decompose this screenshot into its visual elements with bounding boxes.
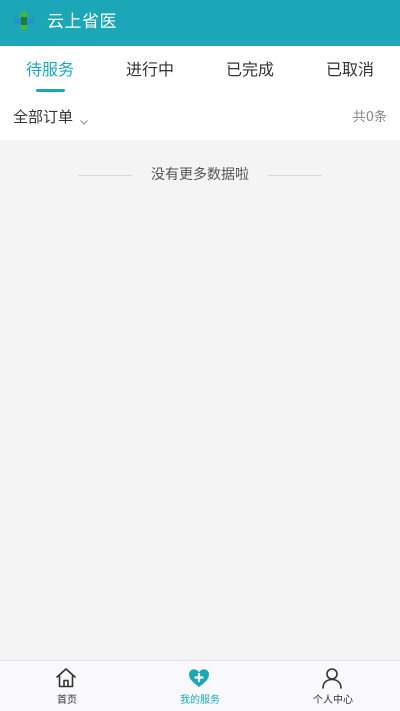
order-filter-dropdown[interactable]: 全部订单 bbox=[13, 107, 89, 127]
nav-label-profile: 个人中心 bbox=[313, 695, 353, 706]
bottom-nav: 首页 我的服务 个人中心 bbox=[0, 660, 400, 711]
chevron-down-icon bbox=[79, 112, 89, 125]
nav-label-my-service: 我的服务 bbox=[180, 695, 220, 706]
cross-logo-icon bbox=[13, 11, 35, 31]
tab-completed[interactable]: 已完成 bbox=[226, 59, 274, 81]
divider-right bbox=[268, 175, 322, 176]
app-root: 云上省医 待服务 进行中 已完成 已取消 全部订单 共0条 没有更多数据啦 首页… bbox=[0, 0, 400, 711]
heart-plus-icon bbox=[187, 666, 211, 690]
order-filter-label: 全部订单 bbox=[13, 108, 74, 126]
nav-label-home: 首页 bbox=[57, 695, 77, 706]
app-title: 云上省医 bbox=[47, 12, 117, 32]
user-icon bbox=[320, 666, 344, 690]
filter-bar: 全部订单 共0条 bbox=[0, 96, 400, 140]
nav-item-my-service[interactable]: 我的服务 bbox=[133, 661, 267, 711]
tab-in-progress[interactable]: 进行中 bbox=[126, 59, 174, 81]
tab-pending[interactable]: 待服务 bbox=[26, 59, 74, 81]
order-count: 共0条 bbox=[352, 110, 387, 125]
app-header: 云上省医 bbox=[0, 0, 400, 46]
no-more-data-notice: 没有更多数据啦 bbox=[0, 164, 400, 186]
home-icon bbox=[54, 666, 78, 690]
nav-item-home[interactable]: 首页 bbox=[0, 661, 134, 711]
nav-item-profile[interactable]: 个人中心 bbox=[266, 661, 400, 711]
no-more-data-text: 没有更多数据啦 bbox=[151, 167, 249, 183]
tab-cancelled[interactable]: 已取消 bbox=[326, 59, 374, 81]
order-status-tabs: 待服务 进行中 已完成 已取消 bbox=[0, 46, 400, 96]
active-tab-indicator bbox=[36, 89, 65, 92]
